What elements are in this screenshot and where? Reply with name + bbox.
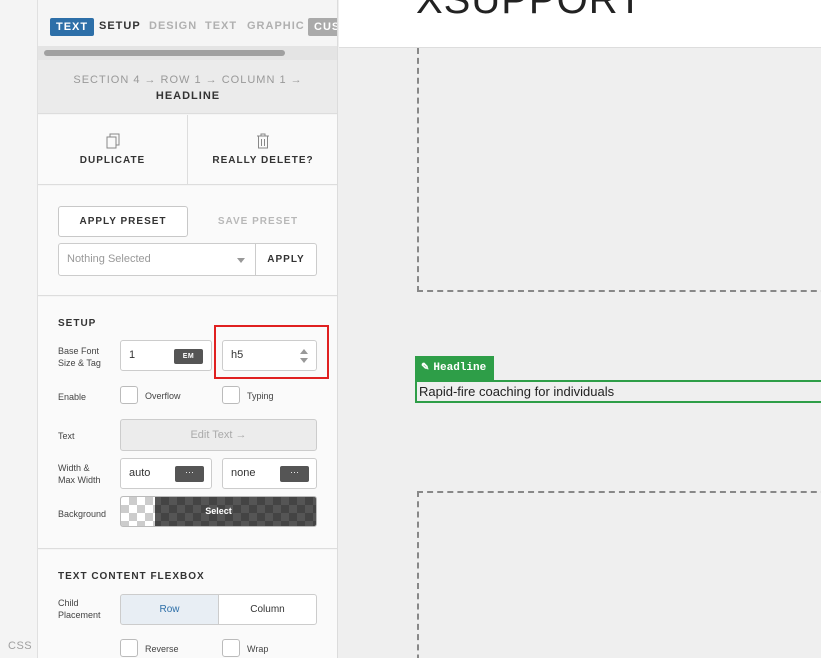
tab-custom[interactable]: CUST — [308, 18, 337, 36]
font-size-value: 1 — [129, 349, 136, 361]
child-placement-line-2: Placement — [58, 610, 101, 620]
breadcrumb-current: HEADLINE — [155, 90, 221, 102]
element-label-tag[interactable]: ✎ Headline — [415, 356, 495, 380]
font-unit-toggle[interactable]: EM — [174, 349, 203, 364]
base-font-label-line-1: Base Font — [58, 346, 100, 356]
preview-canvas: XSUPPORT ✎ Headline Rapid-fire coaching f… — [339, 0, 821, 658]
text-label: Text — [58, 431, 75, 441]
column-toggle[interactable]: Column — [218, 594, 317, 625]
flexbox-title: TEXT CONTENT FLEXBOX — [58, 571, 205, 582]
breadcrumb: SECTION 4 → ROW 1 → COLUMN 1 → HEADLINE — [38, 60, 337, 114]
width-value: auto — [129, 467, 151, 479]
duplicate-button[interactable]: DUPLICATE — [38, 115, 188, 185]
child-placement-label: Child Placement — [58, 597, 101, 621]
max-width-value: none — [231, 467, 256, 479]
typing-label: Typing — [247, 391, 274, 401]
empty-section-placeholder-2[interactable] — [417, 491, 821, 658]
tabs-scrollbar-thumb[interactable] — [44, 50, 285, 56]
width-label-line-1: Width & — [58, 463, 90, 473]
reverse-checkbox[interactable] — [120, 639, 138, 657]
setup-title: SETUP — [58, 318, 97, 329]
inspector-panel: TEXT SETUP DESIGN TEXT GRAPHIC CUST SECT… — [38, 0, 338, 658]
base-font-label: Base Font Size & Tag — [58, 345, 101, 369]
active-tab-pointer — [88, 18, 94, 34]
apply-button[interactable]: APPLY — [256, 243, 317, 276]
edit-text-button[interactable]: Edit Text → — [120, 419, 317, 451]
css-label[interactable]: CSS — [8, 640, 32, 652]
tabs-scrollbar[interactable] — [38, 46, 337, 60]
save-preset-button[interactable]: SAVE PRESET — [203, 206, 313, 237]
delete-button[interactable]: REALLY DELETE? — [188, 115, 337, 185]
preview-header-band: XSUPPORT — [339, 0, 821, 48]
duplicate-label: DUPLICATE — [79, 155, 146, 166]
duplicate-icon — [106, 133, 119, 149]
font-size-input[interactable]: 1 EM — [120, 340, 212, 371]
element-actions: DUPLICATE REALLY DELETE? — [38, 115, 337, 185]
width-input[interactable]: auto ··· — [120, 458, 212, 489]
highlight-annotation — [214, 325, 329, 379]
background-picker[interactable]: Select — [120, 496, 317, 527]
width-label: Width & Max Width — [58, 462, 101, 486]
overflow-checkbox[interactable] — [120, 386, 138, 404]
inspector-tabs: TEXT SETUP DESIGN TEXT GRAPHIC CUST — [38, 14, 337, 44]
background-label: Background — [58, 509, 107, 519]
preset-section: APPLY PRESET SAVE PRESET Nothing Selecte… — [38, 186, 337, 296]
selected-headline[interactable]: Rapid-fire coaching for individuals — [415, 380, 821, 403]
tab-design[interactable]: DESIGN — [149, 20, 197, 32]
max-width-options-button[interactable]: ··· — [280, 466, 309, 482]
overflow-label: Overflow — [145, 391, 181, 401]
child-placement-line-1: Child — [58, 598, 79, 608]
delete-label: REALLY DELETE? — [212, 155, 314, 166]
tab-setup[interactable]: SETUP — [99, 20, 141, 32]
wrap-checkbox[interactable] — [222, 639, 240, 657]
background-select-label: Select — [205, 506, 232, 516]
preset-select-value: Nothing Selected — [67, 253, 151, 265]
preset-select[interactable]: Nothing Selected — [58, 243, 256, 276]
empty-section-placeholder[interactable] — [417, 48, 821, 292]
row-toggle[interactable]: Row — [120, 594, 219, 625]
wrap-label: Wrap — [247, 644, 269, 654]
left-strip: CSS — [0, 0, 38, 658]
breadcrumb-path[interactable]: SECTION 4 → ROW 1 → COLUMN 1 → — [38, 74, 337, 86]
pencil-icon: ✎ — [421, 363, 430, 374]
flexbox-section: TEXT CONTENT FLEXBOX Child Placement Row… — [38, 550, 337, 658]
base-font-label-line-2: Size & Tag — [58, 358, 101, 368]
apply-preset-button[interactable]: APPLY PRESET — [58, 206, 188, 237]
max-width-input[interactable]: none ··· — [222, 458, 317, 489]
reverse-label: Reverse — [145, 644, 179, 654]
typing-checkbox[interactable] — [222, 386, 240, 404]
headline-text: Rapid-fire coaching for individuals — [419, 384, 615, 399]
width-label-line-2: Max Width — [58, 475, 101, 485]
trash-icon — [257, 133, 269, 149]
chevron-down-icon — [237, 258, 245, 263]
enable-label: Enable — [58, 392, 87, 402]
tab-text[interactable]: TEXT — [205, 20, 237, 32]
width-options-button[interactable]: ··· — [175, 466, 204, 482]
element-tag-label: Headline — [433, 362, 487, 374]
page-heading[interactable]: XSUPPORT — [416, 0, 643, 23]
tab-graphic[interactable]: GRAPHIC — [247, 20, 305, 32]
